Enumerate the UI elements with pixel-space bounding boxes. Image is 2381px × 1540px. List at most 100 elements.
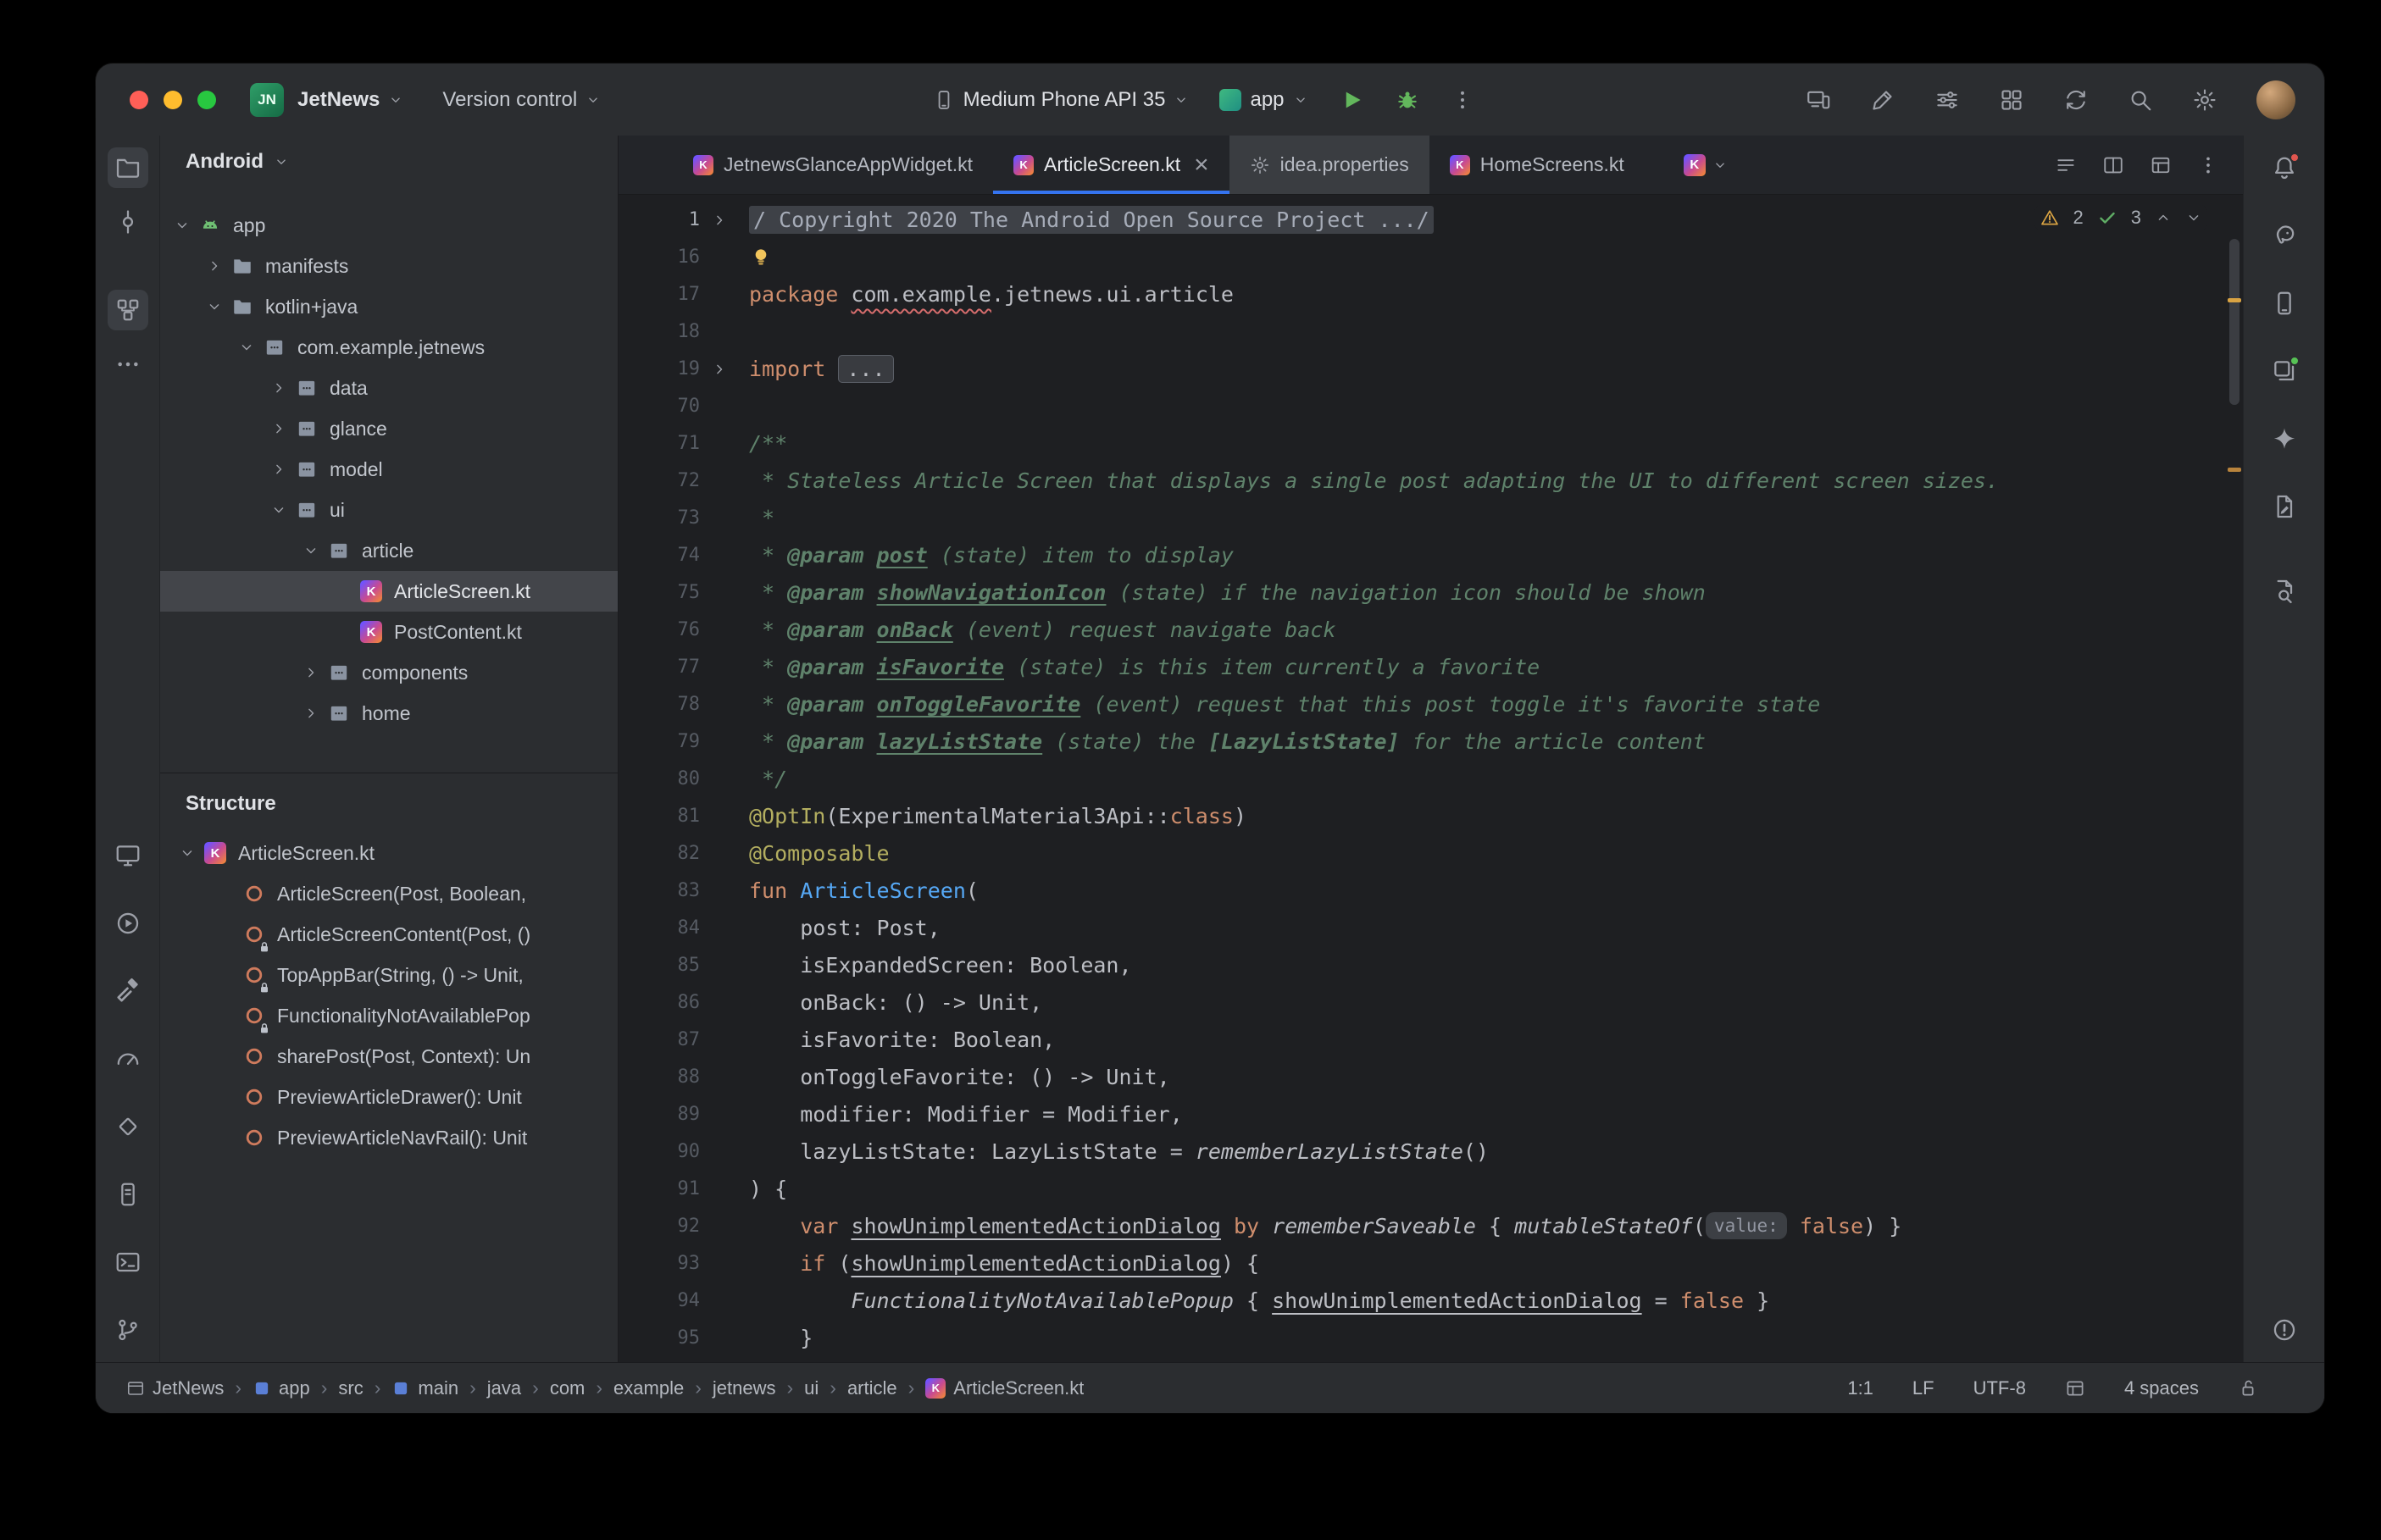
project-tree-item[interactable]: com.example.jetnews — [160, 327, 618, 368]
line-number[interactable]: 79 — [619, 723, 700, 761]
editor-layout-icon[interactable] — [2150, 154, 2172, 176]
structure-item[interactable]: FunctionalityNotAvailablePop — [160, 995, 618, 1036]
code-line[interactable]: 92 var showUnimplementedActionDialog by … — [619, 1208, 2243, 1245]
check-icon[interactable] — [2097, 208, 2117, 228]
code-line[interactable]: 83fun ArticleScreen( — [619, 872, 2243, 910]
project-tree-item[interactable]: ui — [160, 490, 618, 530]
code-line[interactable]: 82@Composable — [619, 835, 2243, 872]
line-number[interactable]: 90 — [619, 1133, 700, 1171]
tree-chevron[interactable] — [296, 693, 326, 734]
warning-icon[interactable] — [2040, 208, 2060, 228]
line-number[interactable]: 82 — [619, 835, 700, 872]
notifications-button[interactable] — [2264, 147, 2305, 188]
project-tree-item[interactable]: glance — [160, 408, 618, 449]
layout-icon[interactable] — [2065, 1378, 2085, 1399]
code-line[interactable]: 72 * Stateless Article Screen that displ… — [619, 463, 2243, 500]
project-tree-item[interactable]: kotlin+java — [160, 286, 618, 327]
line-number[interactable]: 88 — [619, 1059, 700, 1096]
previous-problem-icon[interactable] — [2155, 209, 2172, 226]
project-tree-item[interactable]: KPostContent.kt — [160, 612, 618, 652]
line-number[interactable]: 70 — [619, 388, 700, 425]
tree-chevron[interactable] — [264, 408, 294, 449]
structure-item[interactable]: sharePost(Post, Context): Un — [160, 1036, 618, 1077]
code-line[interactable]: 71/** — [619, 425, 2243, 463]
run-button[interactable] — [1339, 87, 1364, 113]
breadcrumb-item[interactable]: java — [487, 1377, 521, 1399]
code-line[interactable]: 18 — [619, 313, 2243, 351]
tree-chevron[interactable] — [199, 286, 230, 327]
structure-item[interactable]: PreviewArticleNavRail(): Unit — [160, 1117, 618, 1158]
line-number[interactable]: 1 — [619, 202, 700, 239]
code-line[interactable]: 17package com.example.jetnews.ui.article — [619, 276, 2243, 313]
breadcrumb-item[interactable]: article — [847, 1377, 897, 1399]
close-window-button[interactable] — [130, 91, 148, 109]
warnings-count[interactable]: 2 — [2073, 207, 2084, 229]
code-line[interactable]: 89 modifier: Modifier = Modifier, — [619, 1096, 2243, 1133]
structure-item[interactable]: ArticleScreenContent(Post, () — [160, 914, 618, 955]
diamond-button[interactable] — [108, 1106, 148, 1147]
device-mirroring-icon[interactable] — [1806, 87, 1831, 113]
hammer-button[interactable] — [108, 971, 148, 1011]
line-number[interactable]: 78 — [619, 686, 700, 723]
line-number[interactable]: 19 — [619, 351, 700, 388]
code-line[interactable]: 95 } — [619, 1320, 2243, 1357]
more-horizontal-button[interactable] — [108, 344, 148, 385]
line-number[interactable]: 71 — [619, 425, 700, 463]
hidden-tabs-dropdown[interactable]: K — [1668, 136, 1743, 194]
indent-widget[interactable]: 4 spaces — [2124, 1377, 2199, 1399]
split-editor-icon[interactable] — [2102, 154, 2124, 176]
breadcrumb-item[interactable]: example — [613, 1377, 684, 1399]
line-number[interactable]: 72 — [619, 463, 700, 500]
next-problem-icon[interactable] — [2185, 209, 2202, 226]
line-number[interactable]: 86 — [619, 984, 700, 1022]
breadcrumb-item[interactable]: app — [253, 1377, 310, 1399]
document-edit-button[interactable] — [2264, 486, 2305, 527]
more-options-icon[interactable] — [2197, 154, 2219, 176]
line-number[interactable]: 95 — [619, 1320, 700, 1357]
line-number[interactable]: 73 — [619, 500, 700, 537]
layers-button[interactable] — [2264, 351, 2305, 391]
device-explorer-button[interactable] — [108, 1174, 148, 1215]
tree-chevron[interactable] — [231, 327, 262, 368]
monitor-button[interactable] — [108, 835, 148, 876]
line-number[interactable]: 92 — [619, 1208, 700, 1245]
warning-stripe-mark[interactable] — [2228, 468, 2241, 472]
code-line[interactable]: 77 * @param isFavorite (state) is this i… — [619, 649, 2243, 686]
tree-chevron[interactable] — [167, 205, 197, 246]
sync-icon[interactable] — [2063, 87, 2089, 113]
project-folder-button[interactable] — [108, 147, 148, 188]
breadcrumb-item[interactable]: main — [391, 1377, 458, 1399]
problems-button[interactable] — [2264, 1310, 2305, 1350]
code-line[interactable]: 78 * @param onToggleFavorite (event) req… — [619, 686, 2243, 723]
edit-pencil-icon[interactable] — [1870, 87, 1895, 113]
code-line[interactable]: 16 — [619, 239, 2243, 276]
project-tree-item[interactable]: app — [160, 205, 618, 246]
breadcrumb-item[interactable]: src — [338, 1377, 363, 1399]
tree-chevron[interactable] — [172, 833, 203, 873]
device-manager-button[interactable] — [2264, 283, 2305, 324]
line-number[interactable]: 85 — [619, 947, 700, 984]
encoding-widget[interactable]: UTF-8 — [1973, 1377, 2026, 1399]
structure-item[interactable]: TopAppBar(String, () -> Unit, — [160, 955, 618, 995]
line-number[interactable]: 74 — [619, 537, 700, 574]
line-number[interactable]: 18 — [619, 313, 700, 351]
breadcrumb-item[interactable]: ui — [804, 1377, 819, 1399]
line-number[interactable]: 89 — [619, 1096, 700, 1133]
code-editor[interactable]: 1/ Copyright 2020 The Android Open Sourc… — [619, 195, 2243, 1362]
line-number[interactable]: 87 — [619, 1022, 700, 1059]
run-circle-button[interactable] — [108, 903, 148, 944]
terminal-button[interactable] — [108, 1242, 148, 1282]
code-line[interactable]: 81@OptIn(ExperimentalMaterial3Api::class… — [619, 798, 2243, 835]
code-line[interactable]: 91) { — [619, 1171, 2243, 1208]
editor-tab[interactable]: KArticleScreen.kt× — [993, 136, 1229, 194]
project-tree-item[interactable]: model — [160, 449, 618, 490]
git-branch-button[interactable] — [108, 1310, 148, 1350]
tree-chevron[interactable] — [296, 652, 326, 693]
more-actions-icon[interactable] — [1451, 88, 1474, 112]
find-document-button[interactable] — [2264, 571, 2305, 612]
editor-tab[interactable]: idea.properties — [1229, 136, 1429, 194]
gemini-button[interactable] — [2264, 418, 2305, 459]
code-line[interactable]: 88 onToggleFavorite: () -> Unit, — [619, 1059, 2243, 1096]
code-line[interactable]: 84 post: Post, — [619, 910, 2243, 947]
code-line[interactable]: 1/ Copyright 2020 The Android Open Sourc… — [619, 202, 2243, 239]
